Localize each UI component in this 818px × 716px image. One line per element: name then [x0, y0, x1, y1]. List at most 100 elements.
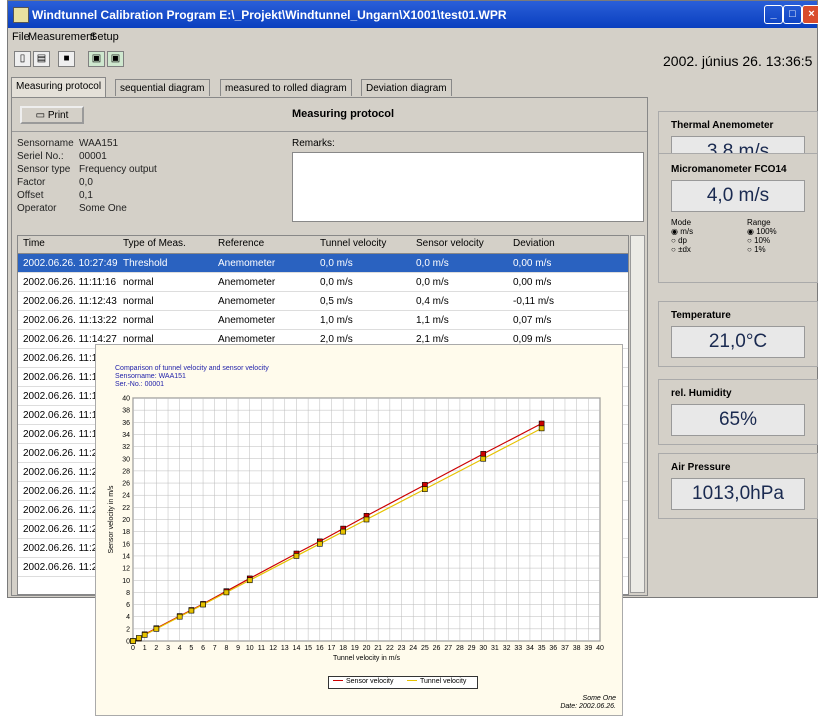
table-cell: 0,0 m/s [416, 258, 449, 269]
tab-sequential-diagram[interactable]: sequential diagram [115, 79, 210, 96]
x-tick-label: 15 [304, 645, 312, 652]
humidity-label: rel. Humidity [671, 388, 732, 399]
table-cell: 0,0 m/s [320, 258, 353, 269]
x-tick-label: 22 [386, 645, 394, 652]
data-point [141, 632, 148, 638]
radio-icon: ◉ [747, 227, 757, 236]
table-cell: Anemometer [218, 258, 276, 269]
y-tick-label: 8 [126, 590, 130, 597]
range-radio[interactable]: ○ 10% [747, 236, 777, 245]
title-bar: Windtunnel Calibration Program E:\_Proje… [8, 1, 818, 28]
table-cell: 2002.06.26. 11:18 [23, 410, 103, 421]
data-point [153, 626, 160, 632]
x-tick-label: 37 [561, 645, 569, 652]
table-cell: 2002.06.26. 11:24 [23, 505, 103, 516]
divider [12, 131, 647, 132]
humidity-panel: rel. Humidity 65% [658, 379, 818, 445]
info-label: Sensorname [17, 138, 74, 149]
range-label: Range [747, 218, 771, 227]
info-value: 0,0 [79, 177, 93, 188]
x-tick-label: 36 [549, 645, 557, 652]
new-file-icon[interactable]: ▯ [14, 51, 31, 67]
data-point [340, 528, 346, 535]
close-icon[interactable]: × [802, 5, 818, 24]
x-tick-label: 39 [584, 645, 592, 652]
menu-measurement[interactable]: Measurement [28, 31, 95, 43]
open-file-icon[interactable]: ▤ [33, 51, 50, 67]
menu-setup[interactable]: Setup [90, 31, 119, 43]
x-tick-label: 2 [154, 645, 158, 652]
column-header[interactable]: Time [23, 238, 45, 249]
x-tick-label: 35 [538, 645, 546, 652]
connect-icon[interactable]: ▣ [88, 51, 105, 67]
column-header[interactable]: Reference [218, 238, 264, 249]
x-axis-label: Tunnel velocity in m/s [333, 655, 401, 662]
tab-measured-to-rolled-diagram[interactable]: measured to rolled diagram [220, 79, 352, 96]
save-icon[interactable]: ■ [58, 51, 75, 67]
x-tick-label: 6 [201, 645, 205, 652]
data-point [480, 451, 487, 457]
info-field: Factor 0,0 [17, 177, 93, 188]
legend-swatch [333, 680, 343, 686]
column-header[interactable]: Deviation [513, 238, 555, 249]
table-cell: Anemometer [218, 315, 276, 326]
x-tick-label: 31 [491, 645, 499, 652]
x-tick-label: 27 [444, 645, 452, 652]
x-tick-label: 29 [468, 645, 476, 652]
remarks-field[interactable] [292, 152, 644, 222]
temperature-label: Temperature [671, 310, 731, 321]
table-cell: Threshold [123, 258, 168, 269]
table-row[interactable]: 2002.06.26. 11:13:22 normal Anemometer 1,0 … [18, 311, 628, 330]
x-tick-label: 23 [398, 645, 406, 652]
x-tick-label: 32 [503, 645, 511, 652]
minimize-icon[interactable]: _ [764, 5, 783, 24]
x-tick-label: 8 [224, 645, 228, 652]
x-tick-label: 28 [456, 645, 464, 652]
air-pressure-panel: Air Pressure 1013,0hPa [658, 453, 818, 519]
maximize-icon[interactable]: □ [783, 5, 802, 24]
data-point [538, 425, 545, 432]
x-tick-label: 18 [339, 645, 347, 652]
y-tick-label: 36 [122, 420, 130, 427]
column-header[interactable]: Sensor velocity [416, 238, 484, 249]
mode-radio[interactable]: ◉ m/s [671, 227, 693, 236]
table-scrollbar[interactable] [630, 235, 645, 593]
temperature-panel: Temperature 21,0°C [658, 301, 818, 367]
table-cell: 2002.06.26. 11:23 [23, 467, 103, 478]
table-row[interactable]: 2002.06.26. 10:27:49 Threshold Anemometer 0… [18, 254, 628, 273]
tab-measuring-protocol[interactable]: Measuring protocol [11, 77, 107, 97]
mode-radio[interactable]: ○ ±dx [671, 245, 693, 254]
radio-icon: ○ [671, 236, 679, 245]
temperature-value: 21,0°C [671, 326, 805, 358]
data-point [422, 486, 428, 492]
print-button[interactable]: ▭ Print [20, 106, 84, 124]
table-cell: 0,00 m/s [513, 277, 552, 288]
table-cell: 2002.06.26. 11:13:22 [23, 315, 117, 326]
table-row[interactable]: 2002.06.26. 11:11:16 normal Anemometer 0,0 … [18, 273, 628, 292]
column-header[interactable]: Tunnel velocity [320, 238, 386, 249]
mode-radio[interactable]: ○ dp [671, 236, 693, 245]
table-cell: 0,0 m/s [416, 277, 449, 288]
table-cell: 2002.06.26. 11:27 [23, 562, 103, 573]
table-row[interactable]: 2002.06.26. 11:12:43 normal Anemometer 0,5 … [18, 292, 628, 311]
x-tick-label: 24 [409, 645, 417, 652]
table-cell: 0,07 m/s [513, 315, 552, 326]
range-radio[interactable]: ◉ 100% [747, 227, 777, 236]
column-header[interactable]: Type of Meas. [123, 238, 186, 249]
remarks-label: Remarks: [292, 138, 335, 149]
window-title: Windtunnel Calibration Program E:\_Proje… [32, 8, 507, 22]
range-radio[interactable]: ○ 1% [747, 245, 777, 254]
table-cell: Anemometer [218, 277, 276, 288]
disconnect-icon[interactable]: ▣ [107, 51, 124, 67]
x-tick-label: 40 [596, 645, 604, 652]
info-field: Operator Some One [17, 203, 127, 214]
tab-deviation-diagram[interactable]: Deviation diagram [361, 79, 452, 96]
data-point [176, 613, 183, 620]
x-tick-label: 0 [131, 645, 135, 652]
data-point [317, 541, 323, 547]
clock: 2002. június 26. 13:36:5 [663, 53, 813, 69]
table-cell: Anemometer [218, 296, 276, 307]
y-tick-label: 34 [122, 432, 130, 439]
radio-icon: ◉ [671, 227, 681, 236]
y-tick-label: 24 [122, 493, 130, 500]
